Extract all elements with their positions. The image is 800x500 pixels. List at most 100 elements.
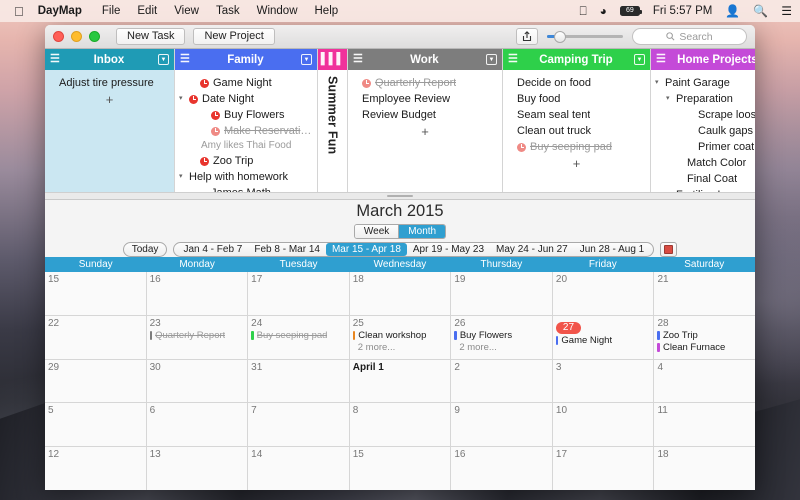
disclosure-triangle-icon[interactable]: ▾ bbox=[179, 91, 186, 107]
task-item[interactable]: ▾Game Night bbox=[179, 75, 313, 91]
task-item[interactable]: ▾Scrape loose paint bbox=[655, 107, 755, 123]
calendar-event[interactable]: Buy Flowers bbox=[454, 330, 549, 342]
hamburger-icon[interactable]: ☰ bbox=[508, 54, 518, 65]
task-item[interactable]: ▾Buy food bbox=[507, 91, 646, 107]
columns-icon[interactable]: ▌▌▌ bbox=[321, 54, 344, 65]
calendar-day-cell[interactable]: 22 bbox=[45, 315, 147, 359]
zoom-slider[interactable] bbox=[547, 28, 623, 45]
date-range-option[interactable]: Apr 19 - May 23 bbox=[407, 243, 490, 256]
task-item[interactable]: ▾Buy Flowers bbox=[179, 107, 313, 123]
user-icon[interactable]: 👤 bbox=[725, 5, 740, 17]
search-input[interactable]: Search bbox=[632, 28, 747, 45]
maximize-button[interactable] bbox=[89, 31, 100, 42]
column-header-inbox[interactable]: ☰ Inbox ▼ bbox=[45, 49, 174, 70]
calendar-day-cell[interactable]: 29 bbox=[45, 359, 147, 403]
close-button[interactable] bbox=[53, 31, 64, 42]
calendar-day-cell[interactable]: 13 bbox=[146, 447, 249, 490]
column-header-camping-trip[interactable]: ☰ Camping Trip ▼ bbox=[503, 49, 650, 70]
task-item[interactable]: ▾ Preparation bbox=[655, 91, 755, 107]
more-events-link[interactable]: 2 more... bbox=[454, 342, 549, 354]
calendar-day-cell[interactable]: 17 bbox=[248, 272, 350, 315]
calendar-event[interactable]: Quarterly Report bbox=[149, 330, 245, 342]
calendar-day-cell[interactable]: 25 Clean workshop 2 more... bbox=[349, 315, 452, 359]
task-item[interactable]: ▾ Paint Garage bbox=[655, 75, 755, 91]
task-item[interactable]: ▾Match Color bbox=[655, 155, 755, 171]
calendar-day-cell[interactable]: 8 bbox=[349, 403, 452, 447]
panel-resize-grip[interactable] bbox=[45, 193, 755, 200]
calendar-day-cell[interactable]: 15 bbox=[349, 447, 452, 490]
share-button[interactable] bbox=[516, 28, 538, 45]
notification-center-icon[interactable]: ☰ bbox=[781, 5, 792, 17]
calendar-day-cell[interactable]: 9 bbox=[451, 403, 553, 447]
task-item[interactable]: ▾Review Budget bbox=[352, 107, 498, 123]
date-range-option[interactable]: May 24 - Jun 27 bbox=[490, 243, 574, 256]
calendar-day-cell[interactable]: 17 bbox=[552, 447, 655, 490]
menu-item-view[interactable]: View bbox=[174, 5, 199, 17]
calendar-day-cell[interactable]: 3 bbox=[552, 359, 655, 403]
menu-clock[interactable]: Fri 5:57 PM bbox=[653, 5, 712, 17]
tab-month[interactable]: Month bbox=[398, 225, 446, 238]
disclosure-triangle-icon[interactable]: ▾ bbox=[655, 75, 662, 91]
column-header-work[interactable]: ☰ Work ▼ bbox=[348, 49, 502, 70]
menu-item-help[interactable]: Help bbox=[315, 5, 339, 17]
calendar-day-cell[interactable]: 31 bbox=[248, 359, 350, 403]
calendar-view-toggle[interactable]: Week Month bbox=[353, 224, 447, 239]
chevron-down-box-icon[interactable]: ▼ bbox=[158, 54, 169, 65]
date-range-option[interactable]: Feb 8 - Mar 14 bbox=[248, 243, 326, 256]
add-task-button[interactable]: + bbox=[352, 123, 498, 141]
calendar-event[interactable]: Buy seeping pad bbox=[251, 330, 346, 342]
add-task-button[interactable]: + bbox=[49, 91, 170, 109]
add-task-button[interactable]: + bbox=[507, 155, 646, 173]
column-header-family[interactable]: ☰ Family ▼ bbox=[175, 49, 317, 70]
column-header-home-projects[interactable]: ☰Home Projects▼ bbox=[651, 49, 755, 70]
spotlight-search-icon[interactable]: 🔍 bbox=[753, 5, 768, 17]
calendar-day-cell[interactable]: 11 bbox=[654, 403, 755, 447]
menu-item-file[interactable]: File bbox=[102, 5, 121, 17]
calendar-day-cell[interactable]: 21 bbox=[654, 272, 755, 315]
disclosure-triangle-icon[interactable]: ▾ bbox=[179, 169, 186, 185]
task-item[interactable]: ▾Clean out truck bbox=[507, 123, 646, 139]
task-item[interactable]: ▾ Date Night bbox=[179, 91, 313, 107]
chevron-down-box-icon[interactable]: ▼ bbox=[634, 54, 645, 65]
task-item[interactable]: ▾Caulk gaps bbox=[655, 123, 755, 139]
task-item[interactable]: ▾James Math bbox=[179, 185, 313, 192]
more-events-link[interactable]: 2 more... bbox=[353, 342, 448, 354]
hamburger-icon[interactable]: ☰ bbox=[656, 54, 666, 65]
airplay-icon[interactable]: ⎕ bbox=[579, 5, 586, 17]
task-item[interactable]: ▾Adjust tire pressure bbox=[49, 75, 170, 91]
calendar-day-cell[interactable]: 2 bbox=[451, 359, 553, 403]
task-item[interactable]: ▾Primer coat bbox=[655, 139, 755, 155]
tab-week[interactable]: Week bbox=[354, 225, 399, 238]
calendar-day-cell[interactable]: 5 bbox=[45, 403, 147, 447]
calendar-event[interactable]: Clean workshop bbox=[352, 330, 448, 342]
calendar-day-cell[interactable]: 20 bbox=[552, 272, 655, 315]
calendar-day-cell[interactable]: 6 bbox=[146, 403, 249, 447]
task-item[interactable]: ▾Make Reservations bbox=[179, 123, 313, 139]
calendar-event[interactable]: Game Night bbox=[555, 335, 651, 347]
calendar-day-cell[interactable]: 4 bbox=[654, 359, 755, 403]
new-project-button[interactable]: New Project bbox=[193, 28, 275, 45]
calendar-day-cell[interactable]: 18 bbox=[349, 272, 452, 315]
calendar-day-cell[interactable]: April 1 bbox=[349, 359, 452, 403]
task-item[interactable]: ▾Zoo Trip bbox=[179, 153, 313, 169]
calendar-day-cell[interactable]: 12 bbox=[45, 447, 147, 490]
slider-knob[interactable] bbox=[554, 30, 566, 43]
calendar-day-cell[interactable]: 15 bbox=[45, 272, 147, 315]
date-range-option[interactable]: Mar 15 - Apr 18 bbox=[325, 243, 407, 256]
chevron-down-box-icon[interactable]: ▼ bbox=[301, 54, 312, 65]
minimize-button[interactable] bbox=[71, 31, 82, 42]
menu-item-task[interactable]: Task bbox=[216, 5, 240, 17]
calendar-event[interactable]: Zoo Trip bbox=[657, 330, 752, 342]
menu-item-edit[interactable]: Edit bbox=[137, 5, 157, 17]
calendar-picker-button[interactable] bbox=[660, 242, 678, 257]
today-button[interactable]: Today bbox=[122, 242, 168, 257]
calendar-day-cell[interactable]: 19 bbox=[451, 272, 553, 315]
calendar-day-cell[interactable]: 18 bbox=[654, 447, 755, 490]
task-item[interactable]: ▾Fertilize Lawn bbox=[655, 187, 755, 192]
hamburger-icon[interactable]: ☰ bbox=[50, 54, 60, 65]
date-range-option[interactable]: Jan 4 - Feb 7 bbox=[177, 243, 248, 256]
calendar-day-cell[interactable]: 10 bbox=[552, 403, 655, 447]
column-header-summer-fun[interactable]: ▌▌▌ bbox=[318, 49, 347, 70]
date-range-option[interactable]: Jun 28 - Aug 1 bbox=[574, 243, 651, 256]
menu-item-window[interactable]: Window bbox=[257, 5, 298, 17]
